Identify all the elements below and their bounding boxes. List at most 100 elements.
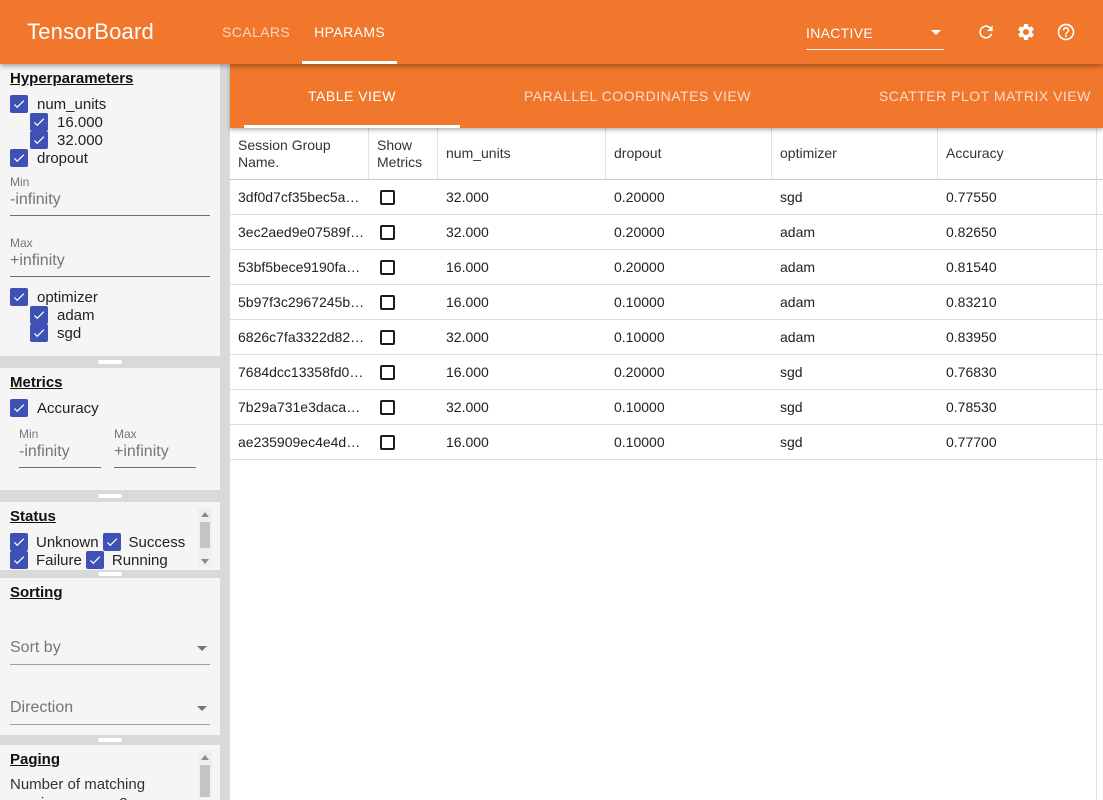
optimizer-value-adam-row[interactable]: adam <box>30 306 210 324</box>
num-units-value: 16.000 <box>438 364 606 380</box>
checkbox-checked-icon[interactable] <box>10 95 28 113</box>
scroll-down-arrow-icon[interactable] <box>201 555 209 567</box>
resize-handle[interactable] <box>98 738 122 742</box>
column-header-accuracy[interactable]: Accuracy <box>938 128 1103 179</box>
scroll-up-arrow-icon[interactable] <box>201 508 209 520</box>
accuracy-value: 0.78530 <box>938 399 1103 415</box>
checkbox-checked-icon[interactable] <box>10 533 28 551</box>
refresh-button[interactable] <box>976 22 996 42</box>
column-header-show-metrics[interactable]: Show Metrics <box>369 128 438 179</box>
status-unknown-row[interactable]: Unknown <box>10 533 99 551</box>
column-header-num-units[interactable]: num_units <box>438 128 606 179</box>
dropout-value: 0.10000 <box>606 294 772 310</box>
checkbox-checked-icon[interactable] <box>30 324 48 342</box>
help-button[interactable] <box>1056 22 1076 42</box>
show-metrics-checkbox[interactable] <box>380 365 395 380</box>
show-metrics-checkbox[interactable] <box>380 435 395 450</box>
table-row: 5b97f3c2967245b… 16.000 0.10000 adam 0.8… <box>230 285 1103 320</box>
status-failure-row[interactable]: Failure <box>10 551 82 569</box>
dropout-value: 0.20000 <box>606 259 772 275</box>
hparam-num-units-label: num_units <box>37 96 106 113</box>
metrics-title: Metrics <box>10 374 210 391</box>
show-metrics-checkbox[interactable] <box>380 225 395 240</box>
tab-hparams[interactable]: HPARAMS <box>302 0 397 64</box>
scrollbar-thumb[interactable] <box>200 522 210 548</box>
status-running-row[interactable]: Running <box>86 551 168 569</box>
status-success-label: Success <box>129 534 186 551</box>
num-units-value: 16.000 <box>438 434 606 450</box>
direction-placeholder: Direction <box>10 699 197 717</box>
show-metrics-cell <box>369 434 438 451</box>
num-units-value-16-row[interactable]: 16.000 <box>30 113 210 131</box>
tab-table-view[interactable]: TABLE VIEW <box>244 64 460 128</box>
dropout-value: 0.10000 <box>606 434 772 450</box>
accuracy-value: 0.77550 <box>938 189 1103 205</box>
show-metrics-checkbox[interactable] <box>380 330 395 345</box>
optimizer-value: sgd <box>772 364 938 380</box>
content-row: Hyperparameters num_units 16.000 32.000 … <box>0 64 1103 800</box>
show-metrics-checkbox[interactable] <box>380 400 395 415</box>
status-unknown-label: Unknown <box>36 534 99 551</box>
app-header: TensorBoard SCALARS HPARAMS INACTIVE <box>0 0 1103 64</box>
status-success-row[interactable]: Success <box>103 533 186 551</box>
paging-scrollbar[interactable] <box>198 751 212 797</box>
optimizer-value-sgd-row[interactable]: sgd <box>30 324 210 342</box>
sorting-title: Sorting <box>10 584 210 601</box>
scrollbar-track[interactable] <box>198 520 212 555</box>
hparam-dropout-row[interactable]: dropout <box>10 149 210 167</box>
resize-handle[interactable] <box>98 360 122 364</box>
settings-button[interactable] <box>1016 22 1036 42</box>
table-row: 3df0d7cf35bec5a… 32.000 0.20000 sgd 0.77… <box>230 180 1103 215</box>
resize-handle[interactable] <box>98 572 122 576</box>
checkbox-checked-icon[interactable] <box>30 131 48 149</box>
show-metrics-cell <box>369 189 438 206</box>
scroll-up-arrow-icon[interactable] <box>201 751 209 763</box>
status-scrollbar[interactable] <box>198 508 212 567</box>
tab-scalars[interactable]: SCALARS <box>210 0 302 64</box>
checkbox-checked-icon[interactable] <box>30 306 48 324</box>
num-units-value: 16.000 <box>438 259 606 275</box>
runs-selector-dropdown[interactable]: INACTIVE <box>806 25 944 50</box>
metric-accuracy-row[interactable]: Accuracy <box>10 399 210 417</box>
dropout-min-input[interactable]: -infinity <box>10 189 210 216</box>
paging-panel: Paging Number of matching session groups… <box>0 745 220 800</box>
dropout-max-input[interactable]: +infinity <box>10 250 210 277</box>
session-group-name: ae235909ec4e4d… <box>230 434 369 450</box>
show-metrics-checkbox[interactable] <box>380 190 395 205</box>
scrollbar-thumb[interactable] <box>200 765 210 797</box>
filter-sidebar: Hyperparameters num_units 16.000 32.000 … <box>0 64 230 800</box>
sort-by-select[interactable]: Sort by <box>10 637 210 665</box>
dropout-value: 0.20000 <box>606 364 772 380</box>
show-metrics-cell <box>369 224 438 241</box>
num-units-value-32-row[interactable]: 32.000 <box>30 131 210 149</box>
column-header-dropout[interactable]: dropout <box>606 128 772 179</box>
accuracy-max-input[interactable]: +infinity <box>114 441 196 468</box>
show-metrics-checkbox[interactable] <box>380 295 395 310</box>
show-metrics-checkbox[interactable] <box>380 260 395 275</box>
num-units-value-16-label: 16.000 <box>57 114 103 131</box>
checkbox-checked-icon[interactable] <box>10 399 28 417</box>
tab-scatter-plot-matrix-view[interactable]: SCATTER PLOT MATRIX VIEW <box>815 64 1103 128</box>
checkbox-checked-icon[interactable] <box>103 533 121 551</box>
chevron-down-icon <box>197 706 207 711</box>
hparam-optimizer-row[interactable]: optimizer <box>10 288 210 306</box>
session-group-name: 3df0d7cf35bec5a… <box>230 189 369 205</box>
checkbox-checked-icon[interactable] <box>10 551 28 569</box>
direction-select[interactable]: Direction <box>10 697 210 725</box>
hparam-num-units-row[interactable]: num_units <box>10 95 210 113</box>
scrollbar-track[interactable] <box>198 763 212 797</box>
resize-handle[interactable] <box>98 494 122 498</box>
panel-divider <box>0 356 220 368</box>
checkbox-checked-icon[interactable] <box>86 551 104 569</box>
session-group-name: 53bf5bece9190fa… <box>230 259 369 275</box>
checkbox-checked-icon[interactable] <box>10 288 28 306</box>
optimizer-value: sgd <box>772 399 938 415</box>
accuracy-min-input[interactable]: -infinity <box>19 441 101 468</box>
checkbox-checked-icon[interactable] <box>30 113 48 131</box>
column-header-optimizer[interactable]: optimizer <box>772 128 938 179</box>
hyperparameters-panel: Hyperparameters num_units 16.000 32.000 … <box>0 64 220 356</box>
checkbox-checked-icon[interactable] <box>10 149 28 167</box>
column-header-session-group-name[interactable]: Session Group Name. <box>230 128 369 179</box>
accuracy-value: 0.83950 <box>938 329 1103 345</box>
tab-parallel-coordinates-view[interactable]: PARALLEL COORDINATES VIEW <box>460 64 815 128</box>
